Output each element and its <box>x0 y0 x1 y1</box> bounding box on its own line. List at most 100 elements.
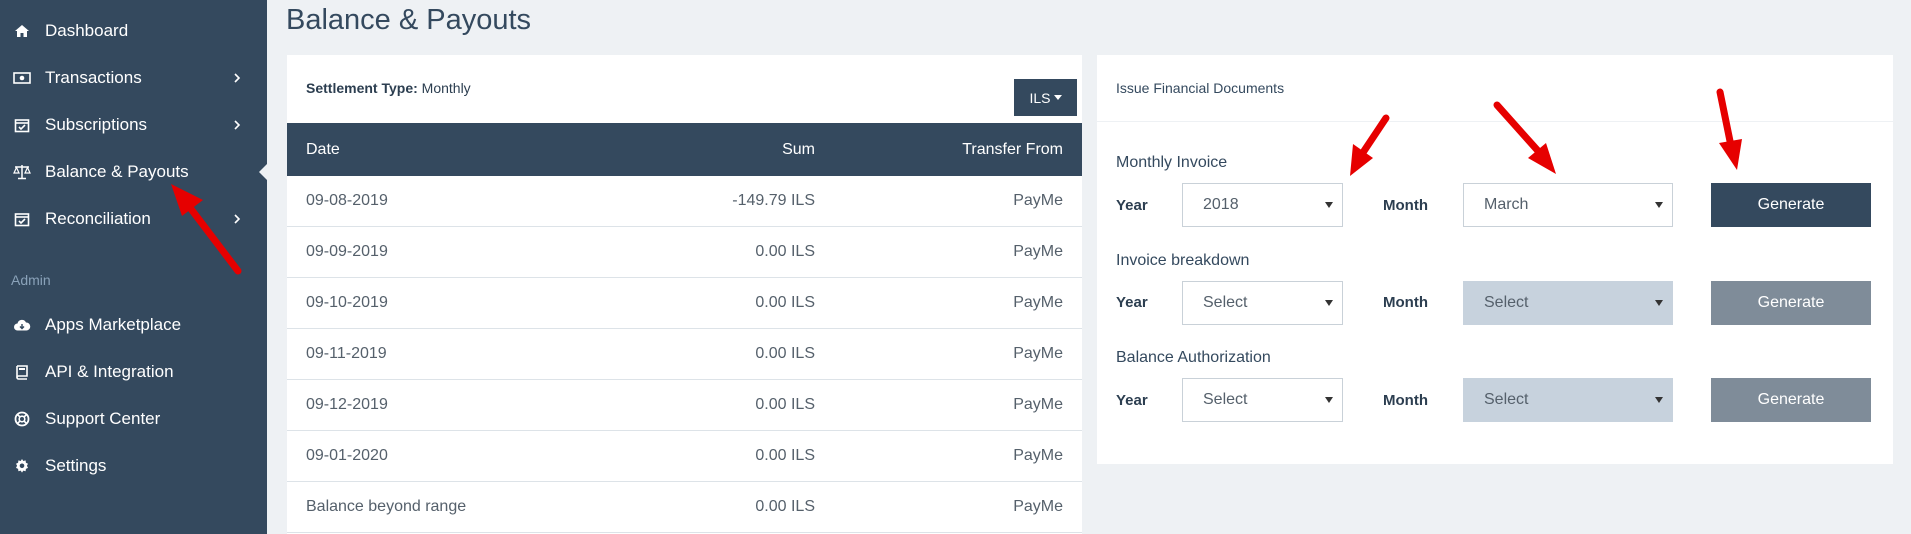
table-row: 09-09-2019 0.00 ILS PayMe <box>287 227 1082 278</box>
cell-transfer-from: PayMe <box>1013 447 1063 464</box>
month-select[interactable]: March <box>1463 183 1673 227</box>
balance-scale-icon <box>12 162 32 182</box>
year-select[interactable]: Select <box>1182 281 1343 325</box>
chevron-right-icon <box>234 120 241 130</box>
dropdown-arrow-icon <box>1655 202 1663 208</box>
year-select-value: Select <box>1203 294 1248 311</box>
cell-sum: 0.00 ILS <box>755 447 815 464</box>
column-header-transfer-from: Transfer From <box>962 141 1063 158</box>
cell-transfer-from: PayMe <box>1013 243 1063 260</box>
column-header-date: Date <box>306 141 340 158</box>
sidebar-item-label: Reconciliation <box>45 209 151 228</box>
cell-transfer-from: PayMe <box>1013 294 1063 311</box>
settlement-type: Settlement Type: Monthly <box>306 80 471 96</box>
sidebar-item-label: Support Center <box>45 409 161 428</box>
currency-label: ILS <box>1029 89 1051 106</box>
sidebar-item-label: Balance & Payouts <box>45 162 189 181</box>
cell-transfer-from: PayMe <box>1013 396 1063 413</box>
month-select-value: Select <box>1484 294 1529 311</box>
month-select-value: March <box>1484 196 1529 213</box>
sidebar-item-api-integration[interactable]: API & Integration <box>0 352 267 392</box>
year-select[interactable]: Select <box>1182 378 1343 422</box>
sidebar-item-settings[interactable]: Settings <box>0 446 267 486</box>
dropdown-arrow-icon <box>1325 300 1333 306</box>
year-label: Year <box>1116 392 1148 409</box>
table-row: 09-11-2019 0.00 ILS PayMe <box>287 329 1082 380</box>
table-row: 09-10-2019 0.00 ILS PayMe <box>287 278 1082 329</box>
sidebar-item-reconciliation[interactable]: Reconciliation <box>0 199 267 239</box>
card-title: Issue Financial Documents <box>1116 80 1285 96</box>
table-row: 09-01-2020 0.00 ILS PayMe <box>287 431 1082 482</box>
dropdown-arrow-icon <box>1325 397 1333 403</box>
cell-sum: 0.00 ILS <box>755 396 815 413</box>
group-label-monthly-invoice: Monthly Invoice <box>1116 154 1228 171</box>
sidebar-item-apps-marketplace[interactable]: Apps Marketplace <box>0 305 267 345</box>
divider <box>1097 121 1893 122</box>
cell-date: 09-09-2019 <box>306 243 388 260</box>
dropdown-arrow-icon <box>1325 202 1333 208</box>
sidebar-item-label: Dashboard <box>45 21 129 40</box>
cell-sum: 0.00 ILS <box>755 345 815 362</box>
cell-date: 09-01-2020 <box>306 447 388 464</box>
table-row: 09-08-2019 -149.79 ILS PayMe <box>287 176 1082 227</box>
calendar-check-icon <box>12 209 32 229</box>
sidebar-item-balance-payouts[interactable]: Balance & Payouts <box>0 152 267 192</box>
sidebar-item-dashboard[interactable]: Dashboard <box>0 11 267 51</box>
month-select[interactable]: Select <box>1463 378 1673 422</box>
year-label: Year <box>1116 197 1148 214</box>
group-label-balance-authorization: Balance Authorization <box>1116 349 1271 366</box>
dropdown-arrow-icon <box>1655 300 1663 306</box>
month-select-value: Select <box>1484 391 1529 408</box>
cell-sum: -149.79 ILS <box>732 192 815 209</box>
chevron-right-icon <box>234 73 241 83</box>
cell-date: 09-11-2019 <box>306 345 387 362</box>
page-title: Balance & Payouts <box>286 4 532 36</box>
cell-date: 09-08-2019 <box>306 192 388 209</box>
currency-dropdown-button[interactable]: ILS <box>1014 79 1077 116</box>
financial-documents-card: Issue Financial Documents Monthly Invoic… <box>1097 55 1893 464</box>
cell-date: Balance beyond range <box>306 498 467 515</box>
table-row: 09-12-2019 0.00 ILS PayMe <box>287 380 1082 431</box>
caret-down-icon <box>1053 95 1062 100</box>
sidebar-item-label: Subscriptions <box>45 115 148 134</box>
cell-sum: 0.00 ILS <box>755 294 815 311</box>
year-select-value: 2018 <box>1203 196 1239 213</box>
cloud-download-icon <box>12 315 32 335</box>
cash-icon <box>12 68 32 88</box>
month-label: Month <box>1383 294 1428 311</box>
month-label: Month <box>1383 197 1428 214</box>
sidebar-item-label: Apps Marketplace <box>45 315 182 334</box>
generate-monthly-invoice-button[interactable]: Generate <box>1711 183 1871 227</box>
calendar-check-icon <box>12 115 32 135</box>
cell-sum: 0.00 ILS <box>755 498 815 515</box>
settlement-card: Settlement Type: Monthly ILS Date Sum Tr… <box>287 55 1082 534</box>
year-label: Year <box>1116 294 1148 311</box>
home-icon <box>12 21 32 41</box>
settlement-type-label: Settlement Type: <box>306 80 418 96</box>
table-row: Balance beyond range 0.00 ILS PayMe <box>287 482 1082 533</box>
sidebar-item-label: Settings <box>45 456 107 475</box>
dropdown-arrow-icon <box>1655 397 1663 403</box>
column-header-sum: Sum <box>782 141 815 158</box>
year-select[interactable]: 2018 <box>1182 183 1343 227</box>
cell-date: 09-12-2019 <box>306 396 388 413</box>
settlement-type-value: Monthly <box>421 80 471 96</box>
cell-transfer-from: PayMe <box>1013 192 1063 209</box>
sidebar: Dashboard Transactions Subscriptions Bal… <box>0 0 267 534</box>
cell-transfer-from: PayMe <box>1013 498 1063 515</box>
table-header: Date Sum Transfer From <box>287 123 1082 176</box>
group-label-invoice-breakdown: Invoice breakdown <box>1116 252 1250 269</box>
sidebar-item-transactions[interactable]: Transactions <box>0 58 267 98</box>
gear-icon <box>12 456 32 476</box>
chevron-right-icon <box>234 214 241 224</box>
generate-balance-authorization-button[interactable]: Generate <box>1711 378 1871 422</box>
sidebar-item-support-center[interactable]: Support Center <box>0 399 267 439</box>
life-ring-icon <box>12 409 32 429</box>
sidebar-item-subscriptions[interactable]: Subscriptions <box>0 105 267 145</box>
month-label: Month <box>1383 392 1428 409</box>
cell-date: 09-10-2019 <box>306 294 388 311</box>
sidebar-item-label: Transactions <box>45 68 142 87</box>
book-icon <box>12 362 32 382</box>
generate-invoice-breakdown-button[interactable]: Generate <box>1711 281 1871 325</box>
month-select[interactable]: Select <box>1463 281 1673 325</box>
